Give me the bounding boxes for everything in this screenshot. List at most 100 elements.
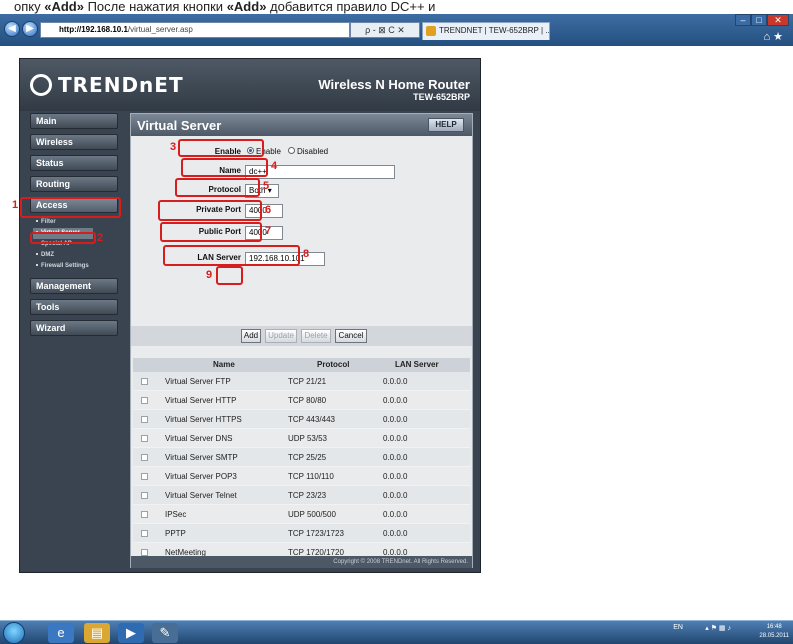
brand-name: TRENDnET [58, 73, 184, 97]
submenu-dmz[interactable]: DMZ [33, 250, 125, 261]
row-checkbox[interactable] [141, 511, 148, 518]
name-label: Name [219, 166, 241, 175]
name-row: Name dc++ [131, 163, 472, 181]
annotation-number-1: 1 [12, 199, 19, 211]
name-input[interactable]: dc++ [245, 165, 395, 179]
explorer-taskbar-icon[interactable]: ▤ [84, 623, 110, 643]
media-player-taskbar-icon[interactable]: ▶ [118, 623, 144, 643]
row-lan-server: 0.0.0.0 [383, 396, 408, 405]
favicon-icon [426, 26, 436, 36]
public-port-input[interactable]: 4000 [245, 226, 283, 240]
annotation-number-2: 2 [97, 232, 104, 244]
row-checkbox[interactable] [141, 378, 148, 385]
submenu-special-ap[interactable]: Special AP [33, 239, 125, 250]
menu-management[interactable]: Management [30, 278, 118, 294]
menu-tools[interactable]: Tools [30, 299, 118, 315]
row-checkbox[interactable] [141, 530, 148, 537]
enable-row: Enable Enable Disabled [131, 144, 472, 162]
menu-access[interactable]: Access [30, 197, 118, 213]
home-favorites-icon[interactable]: ⌂ ★ [763, 30, 783, 43]
row-checkbox[interactable] [141, 416, 148, 423]
logo-circle-icon [30, 74, 52, 96]
minimize-icon[interactable]: – [735, 14, 751, 26]
row-protocol: UDP 53/53 [288, 434, 327, 443]
disabled-radio[interactable]: Disabled [288, 144, 328, 160]
product-model: TEW-652BRP [413, 92, 470, 102]
tray-icons[interactable]: ▴ ⚑ ▦ ♪ [705, 624, 731, 632]
protocol-select[interactable]: Both ▾ [245, 184, 279, 198]
add-button[interactable]: Add [241, 329, 261, 343]
table-row: PPTP TCP 1723/1723 0.0.0.0 [133, 524, 470, 543]
bullet-icon [36, 264, 38, 267]
row-checkbox[interactable] [141, 473, 148, 480]
lan-server-label: LAN Server [197, 253, 241, 262]
menu-routing[interactable]: Routing [30, 176, 118, 192]
row-checkbox[interactable] [141, 397, 148, 404]
row-lan-server: 0.0.0.0 [383, 415, 408, 424]
close-icon[interactable]: ✕ [767, 14, 789, 26]
row-checkbox[interactable] [141, 549, 148, 556]
submenu-dmz-label: DMZ [41, 252, 54, 258]
delete-button[interactable]: Delete [301, 329, 331, 343]
lan-server-input[interactable]: 192.168.10.101 [245, 252, 325, 266]
row-name: Virtual Server FTP [165, 377, 231, 386]
row-protocol: TCP 25/25 [288, 453, 327, 462]
menu-wizard[interactable]: Wizard [30, 320, 118, 336]
submenu-filter[interactable]: Filter [33, 217, 125, 228]
row-protocol: TCP 1723/1723 [288, 529, 344, 538]
submenu-virtual-server[interactable]: Virtual Server [33, 228, 93, 239]
caption-add-quote-2: «Add» [226, 0, 267, 14]
private-port-label: Private Port [196, 205, 241, 214]
screenshot-root: опку «Add» После нажатия кнопки «Add» до… [0, 0, 793, 644]
radio-off-icon [288, 147, 295, 155]
system-clock[interactable]: 16:48 28.05.2011 [759, 623, 789, 641]
row-protocol: TCP 23/23 [288, 491, 327, 500]
language-indicator[interactable]: EN [673, 624, 683, 631]
page-title: Virtual Server [137, 118, 222, 133]
start-button[interactable] [3, 622, 25, 644]
row-name: Virtual Server SMTP [165, 453, 238, 462]
table-row: Virtual Server DNS UDP 53/53 0.0.0.0 [133, 429, 470, 448]
row-checkbox[interactable] [141, 435, 148, 442]
submenu-firewall-label: Firewall Settings [41, 263, 89, 269]
row-name: Virtual Server DNS [165, 434, 233, 443]
maximize-icon[interactable]: □ [751, 14, 767, 26]
back-arrow-icon[interactable]: ◀ [4, 21, 20, 37]
menu-wireless[interactable]: Wireless [30, 134, 118, 150]
enable-label: Enable [214, 147, 241, 156]
protocol-label: Protocol [208, 185, 241, 194]
address-bar[interactable]: http://192.168.10.1/virtual_server.asp [40, 22, 350, 38]
row-protocol: UDP 500/500 [288, 510, 336, 519]
table-row: Virtual Server HTTPS TCP 443/443 0.0.0.0 [133, 410, 470, 429]
router-header: TRENDnET Wireless N Home Router TEW-652B… [20, 59, 480, 111]
row-lan-server: 0.0.0.0 [383, 472, 408, 481]
row-lan-server: 0.0.0.0 [383, 434, 408, 443]
caption-middle: После нажатия кнопки [83, 0, 227, 14]
update-button[interactable]: Update [265, 329, 297, 343]
submenu-firewall-settings[interactable]: Firewall Settings [33, 261, 125, 272]
private-port-input[interactable]: 4000 [245, 204, 283, 218]
row-checkbox[interactable] [141, 492, 148, 499]
annotation-number-3: 3 [170, 141, 177, 153]
cancel-button[interactable]: Cancel [335, 329, 367, 343]
help-button[interactable]: HELP [428, 118, 464, 132]
row-checkbox[interactable] [141, 454, 148, 461]
menu-main[interactable]: Main [30, 113, 118, 129]
public-port-row: Public Port 4000 [131, 224, 472, 242]
row-protocol: TCP 21/21 [288, 377, 327, 386]
action-button-bar: Add Update Delete Cancel [131, 326, 472, 346]
menu-status[interactable]: Status [30, 155, 118, 171]
address-tools[interactable]: ρ - ⊠ C ✕ [350, 22, 420, 38]
column-header-name: Name [213, 360, 235, 369]
annotation-number-4: 4 [271, 160, 278, 172]
forward-arrow-icon[interactable]: ▶ [22, 21, 38, 37]
submenu-virtual-server-label: Virtual Server [41, 230, 80, 236]
paint-taskbar-icon[interactable]: ✎ [152, 623, 178, 643]
url-host: http://192.168.10.1 [59, 25, 128, 34]
enable-radio[interactable]: Enable [247, 144, 281, 160]
row-protocol: TCP 110/110 [288, 472, 334, 481]
bullet-icon [36, 242, 38, 245]
ie-taskbar-icon[interactable]: e [48, 623, 74, 643]
browser-tab[interactable]: TRENDNET | TEW-652BRP | ... ✕ [422, 22, 550, 40]
url-path: /virtual_server.asp [127, 25, 193, 34]
